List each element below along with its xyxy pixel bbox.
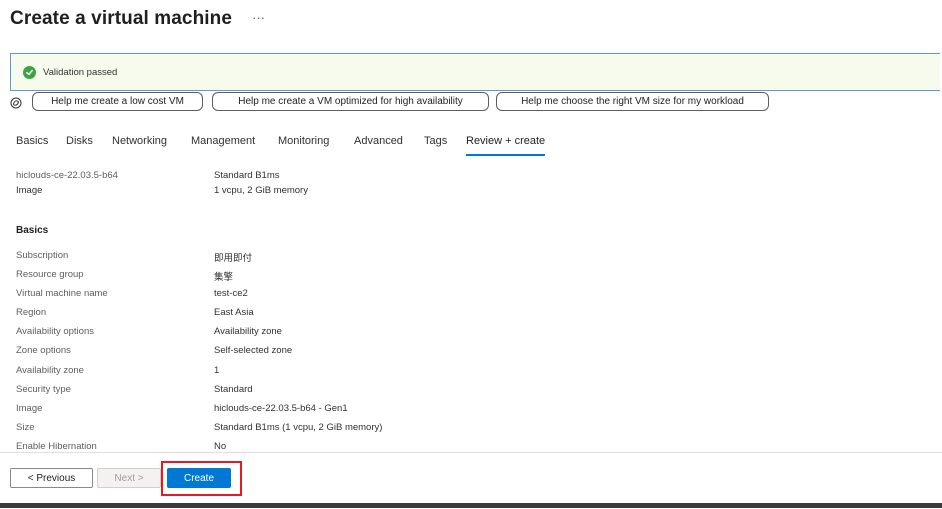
row-value-resource-group: 集擎 xyxy=(214,272,234,283)
summary-image-label: Image xyxy=(16,185,43,196)
row-value-region: East Asia xyxy=(214,307,254,318)
row-label-region: Region xyxy=(16,307,47,318)
row-label-enable-hibernation: Enable Hibernation xyxy=(16,441,97,452)
tab-advanced[interactable]: Advanced xyxy=(354,135,403,147)
row-label-availability-options: Availability options xyxy=(16,326,94,337)
suggestion-vm-size-button[interactable]: Help me choose the right VM size for my … xyxy=(496,92,769,111)
row-value-vm-name: test-ce2 xyxy=(214,288,248,299)
tab-tags[interactable]: Tags xyxy=(424,135,447,147)
copilot-icon xyxy=(10,96,22,109)
previous-button[interactable]: < Previous xyxy=(10,468,93,488)
tab-review-create[interactable]: Review + create xyxy=(466,135,546,156)
bottom-edge-bar xyxy=(0,503,942,508)
row-label-subscription: Subscription xyxy=(16,250,69,261)
footer-action-bar: < Previous Next > Create xyxy=(0,452,942,509)
row-value-security-type: Standard xyxy=(214,384,253,395)
validation-banner: Validation passed xyxy=(10,53,940,91)
tab-management[interactable]: Management xyxy=(191,135,255,147)
row-value-subscription: 即用即付 xyxy=(214,253,253,264)
check-circle-icon xyxy=(23,65,36,79)
tab-disks[interactable]: Disks xyxy=(66,135,93,147)
tab-monitoring[interactable]: Monitoring xyxy=(278,135,329,147)
row-value-size: Standard B1ms (1 vcpu, 2 GiB memory) xyxy=(214,422,383,433)
summary-size-detail: 1 vcpu, 2 GiB memory xyxy=(214,185,308,196)
row-label-security-type: Security type xyxy=(16,384,71,395)
row-value-zone-options: Self-selected zone xyxy=(214,345,293,356)
row-label-size: Size xyxy=(16,422,35,433)
page-title: Create a virtual machine xyxy=(10,8,233,29)
row-value-availability-zone: 1 xyxy=(214,365,220,376)
next-button[interactable]: Next > xyxy=(97,468,161,488)
row-value-enable-hibernation: No xyxy=(214,441,227,452)
summary-image-name: hiclouds-ce-22.03.5-b64 xyxy=(16,170,118,181)
row-label-zone-options: Zone options xyxy=(16,345,71,356)
summary-size-name: Standard B1ms xyxy=(214,170,280,181)
validation-text: Validation passed xyxy=(43,66,118,78)
create-button[interactable]: Create xyxy=(167,468,231,488)
suggestion-low-cost-button[interactable]: Help me create a low cost VM xyxy=(32,92,203,111)
more-options-icon[interactable]: ··· xyxy=(252,10,265,25)
basics-section-title: Basics xyxy=(16,225,49,236)
tab-basics[interactable]: Basics xyxy=(16,135,48,147)
row-label-vm-name: Virtual machine name xyxy=(16,288,108,299)
row-label-resource-group: Resource group xyxy=(16,269,84,280)
row-label-availability-zone: Availability zone xyxy=(16,365,84,376)
header: Create a virtual machine ··· xyxy=(10,8,265,30)
tab-networking[interactable]: Networking xyxy=(112,135,167,147)
row-value-image: hiclouds-ce-22.03.5-b64 - Gen1 xyxy=(214,403,348,414)
row-label-image: Image xyxy=(16,403,43,414)
row-value-availability-options: Availability zone xyxy=(214,326,282,337)
suggestion-high-availability-button[interactable]: Help me create a VM optimized for high a… xyxy=(212,92,489,111)
